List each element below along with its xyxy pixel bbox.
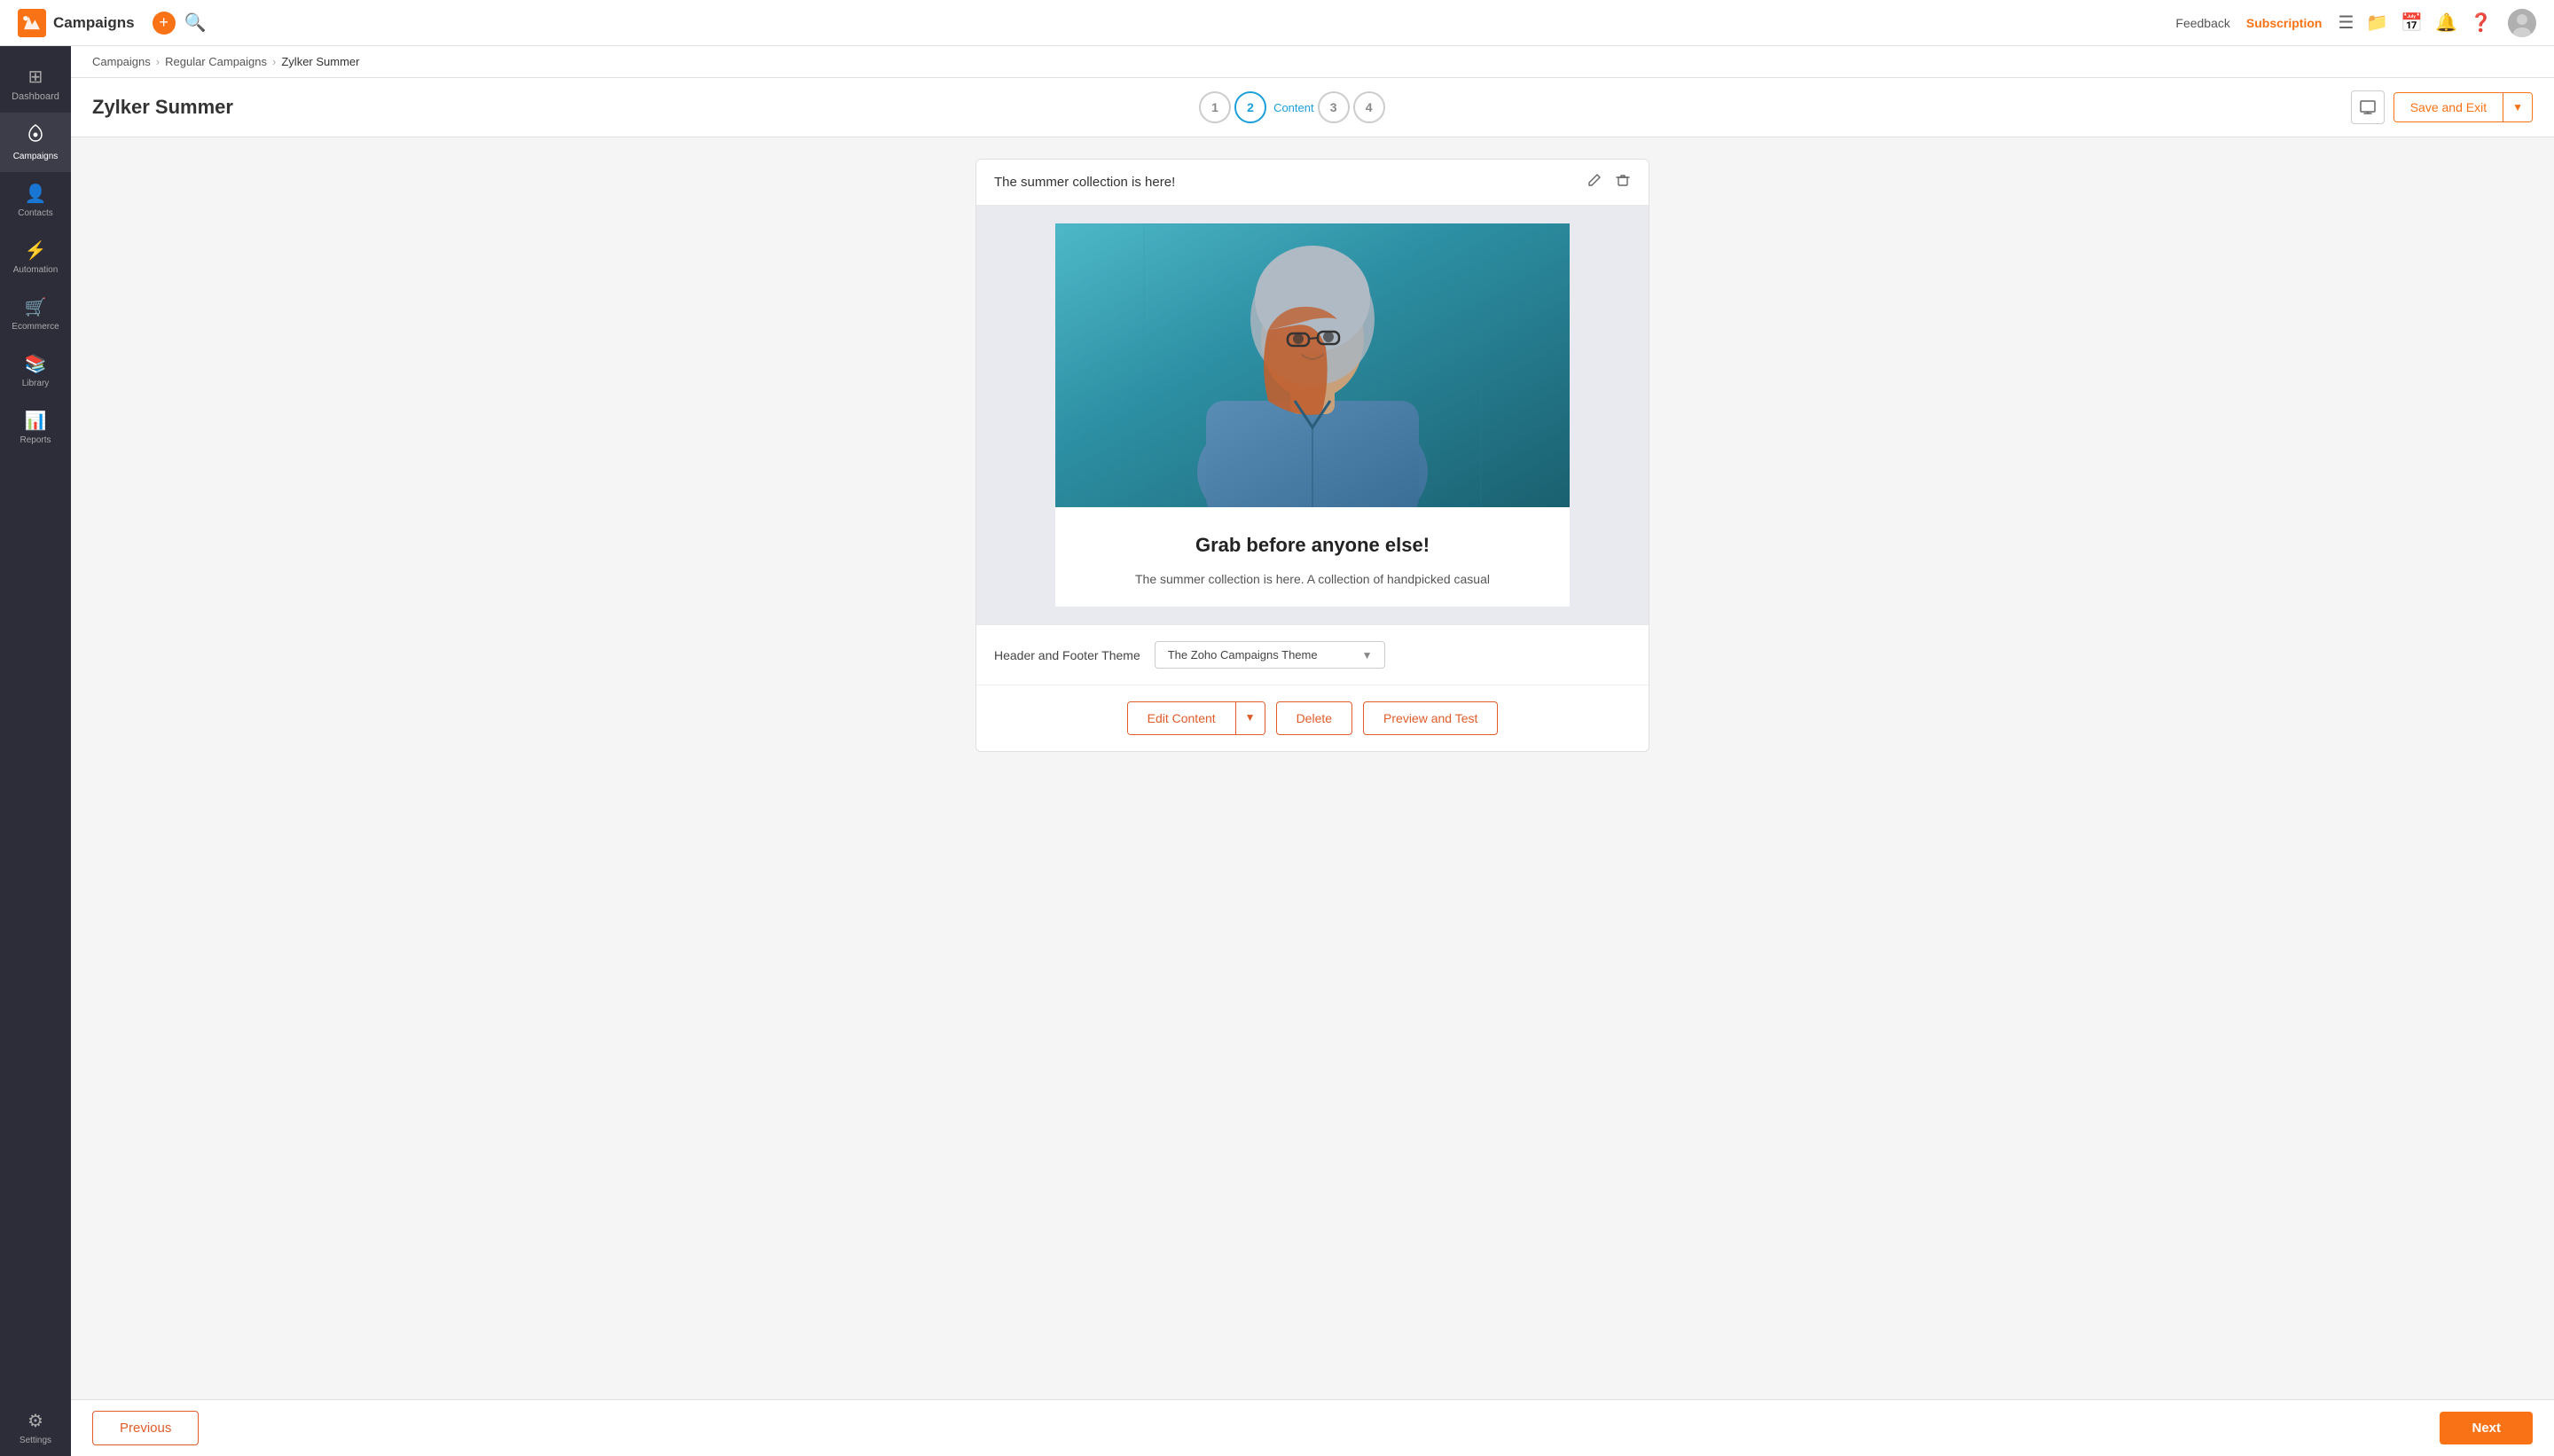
subject-text: The summer collection is here! [994, 175, 1175, 190]
footer-section: Header and Footer Theme The Zoho Campaig… [976, 624, 1649, 685]
breadcrumb-bar: Campaigns › Regular Campaigns › Zylker S… [71, 46, 2554, 78]
step-3[interactable]: 3 [1318, 91, 1350, 123]
footer-theme-label: Header and Footer Theme [994, 648, 1140, 662]
help-icon[interactable]: ❓ [2470, 12, 2492, 34]
nav-icons: ☰ 📁 📅 🔔 ❓ [2338, 12, 2492, 34]
email-body-text: The summer collection is here. A collect… [1091, 569, 1534, 589]
avatar[interactable] [2508, 9, 2536, 37]
delete-subject-icon[interactable] [1615, 172, 1631, 192]
campaigns-icon [26, 123, 45, 148]
bell-icon[interactable]: 🔔 [2435, 12, 2457, 34]
edit-content-arrow[interactable]: ▼ [1235, 702, 1265, 734]
folder-icon[interactable]: 📁 [2366, 12, 2388, 34]
ecommerce-icon: 🛒 [25, 296, 47, 318]
breadcrumb-sep-2: › [272, 55, 276, 68]
sidebar-label-reports: Reports [20, 435, 51, 445]
step-4-number: 4 [1366, 100, 1373, 114]
breadcrumb: Campaigns › Regular Campaigns › Zylker S… [92, 55, 359, 68]
step-2-number: 2 [1247, 100, 1254, 114]
theme-chevron-icon: ▼ [1362, 649, 1373, 661]
breadcrumb-campaigns[interactable]: Campaigns [92, 55, 151, 68]
email-card: The summer collection is here! [975, 159, 1649, 752]
save-exit-dropdown-arrow[interactable]: ▼ [2503, 93, 2532, 121]
delete-button[interactable]: Delete [1276, 701, 1352, 735]
app-name: Campaigns [53, 14, 135, 32]
reports-icon: 📊 [25, 410, 47, 432]
library-icon: 📚 [25, 353, 47, 375]
email-preview: Grab before anyone else! The summer coll… [976, 206, 1649, 624]
sidebar-item-contacts[interactable]: 👤 Contacts [0, 172, 71, 229]
sidebar-item-library[interactable]: 📚 Library [0, 342, 71, 399]
sidebar-label-contacts: Contacts [18, 208, 52, 218]
dashboard-icon: ⊞ [28, 66, 43, 88]
list-icon[interactable]: ☰ [2338, 12, 2354, 34]
app-logo[interactable]: Campaigns [18, 9, 135, 37]
edit-content-button-group[interactable]: Edit Content ▼ [1127, 701, 1265, 735]
sidebar-item-ecommerce[interactable]: 🛒 Ecommerce [0, 286, 71, 342]
step-2[interactable]: 2 [1234, 91, 1266, 123]
save-exit-button[interactable]: Save and Exit ▼ [2393, 92, 2533, 122]
breadcrumb-regular-campaigns[interactable]: Regular Campaigns [165, 55, 267, 68]
calendar-icon[interactable]: 📅 [2401, 12, 2423, 34]
email-headline: Grab before anyone else! [1091, 534, 1534, 557]
sidebar-label-dashboard: Dashboard [12, 91, 59, 102]
steps-container: 1 2 Content 3 4 [1199, 91, 1385, 123]
subject-actions [1586, 172, 1631, 192]
edit-content-button[interactable]: Edit Content [1128, 702, 1235, 734]
settings-icon: ⚙ [27, 1410, 43, 1432]
sidebar-label-library: Library [22, 379, 50, 388]
page-area: The summer collection is here! [71, 137, 2554, 1399]
sidebar-item-settings[interactable]: ⚙ Settings [0, 1399, 71, 1456]
sidebar-label-ecommerce: Ecommerce [12, 322, 59, 332]
save-exit-main-button[interactable]: Save and Exit [2394, 93, 2503, 121]
preview-icon-button[interactable] [2351, 90, 2385, 124]
contacts-icon: 👤 [25, 183, 47, 205]
breadcrumb-current: Zylker Summer [281, 55, 359, 68]
top-nav-right: Feedback Subscription ☰ 📁 📅 🔔 ❓ [2175, 9, 2536, 37]
sidebar-item-reports[interactable]: 📊 Reports [0, 399, 71, 456]
top-nav: Campaigns + 🔍 Feedback Subscription ☰ 📁 … [0, 0, 2554, 46]
theme-select[interactable]: The Zoho Campaigns Theme ▼ [1155, 641, 1386, 669]
bottom-nav: Previous Next [71, 1399, 2554, 1456]
step-4[interactable]: 4 [1353, 91, 1385, 123]
sidebar-label-campaigns: Campaigns [13, 152, 59, 161]
automation-icon: ⚡ [25, 239, 47, 262]
action-buttons: Edit Content ▼ Delete Preview and Test [976, 685, 1649, 751]
add-button[interactable]: + [153, 12, 176, 35]
header-actions: Save and Exit ▼ [2351, 90, 2533, 124]
step-1[interactable]: 1 [1199, 91, 1231, 123]
sidebar-label-automation: Automation [13, 265, 59, 275]
sidebar-item-dashboard[interactable]: ⊞ Dashboard [0, 55, 71, 113]
sidebar-label-settings: Settings [20, 1436, 51, 1445]
email-preview-inner: Grab before anyone else! The summer coll… [1055, 223, 1570, 607]
preview-test-button[interactable]: Preview and Test [1363, 701, 1498, 735]
search-icon[interactable]: 🔍 [184, 12, 207, 34]
sidebar: ⊞ Dashboard Campaigns 👤 Contacts ⚡ Autom… [0, 46, 71, 1456]
subject-bar: The summer collection is here! [976, 160, 1649, 206]
sidebar-item-campaigns[interactable]: Campaigns [0, 113, 71, 172]
sidebar-item-automation[interactable]: ⚡ Automation [0, 229, 71, 286]
email-body-content: Grab before anyone else! The summer coll… [1055, 507, 1570, 607]
step-3-number: 3 [1330, 100, 1337, 114]
subscription-link[interactable]: Subscription [2246, 16, 2323, 30]
previous-button[interactable]: Previous [92, 1411, 199, 1445]
edit-subject-icon[interactable] [1586, 172, 1602, 192]
step-2-label: Content [1273, 101, 1314, 114]
next-button[interactable]: Next [2440, 1412, 2533, 1444]
campaign-header: Zylker Summer 1 2 Content 3 4 [71, 78, 2554, 137]
app-body: ⊞ Dashboard Campaigns 👤 Contacts ⚡ Autom… [0, 46, 2554, 1456]
campaign-title: Zylker Summer [92, 96, 233, 119]
feedback-link[interactable]: Feedback [2175, 16, 2229, 30]
main-content: Campaigns › Regular Campaigns › Zylker S… [71, 46, 2554, 1456]
breadcrumb-sep-1: › [156, 55, 160, 68]
email-hero-image [1055, 223, 1570, 507]
theme-selected-value: The Zoho Campaigns Theme [1168, 648, 1318, 661]
step-1-number: 1 [1211, 100, 1218, 114]
